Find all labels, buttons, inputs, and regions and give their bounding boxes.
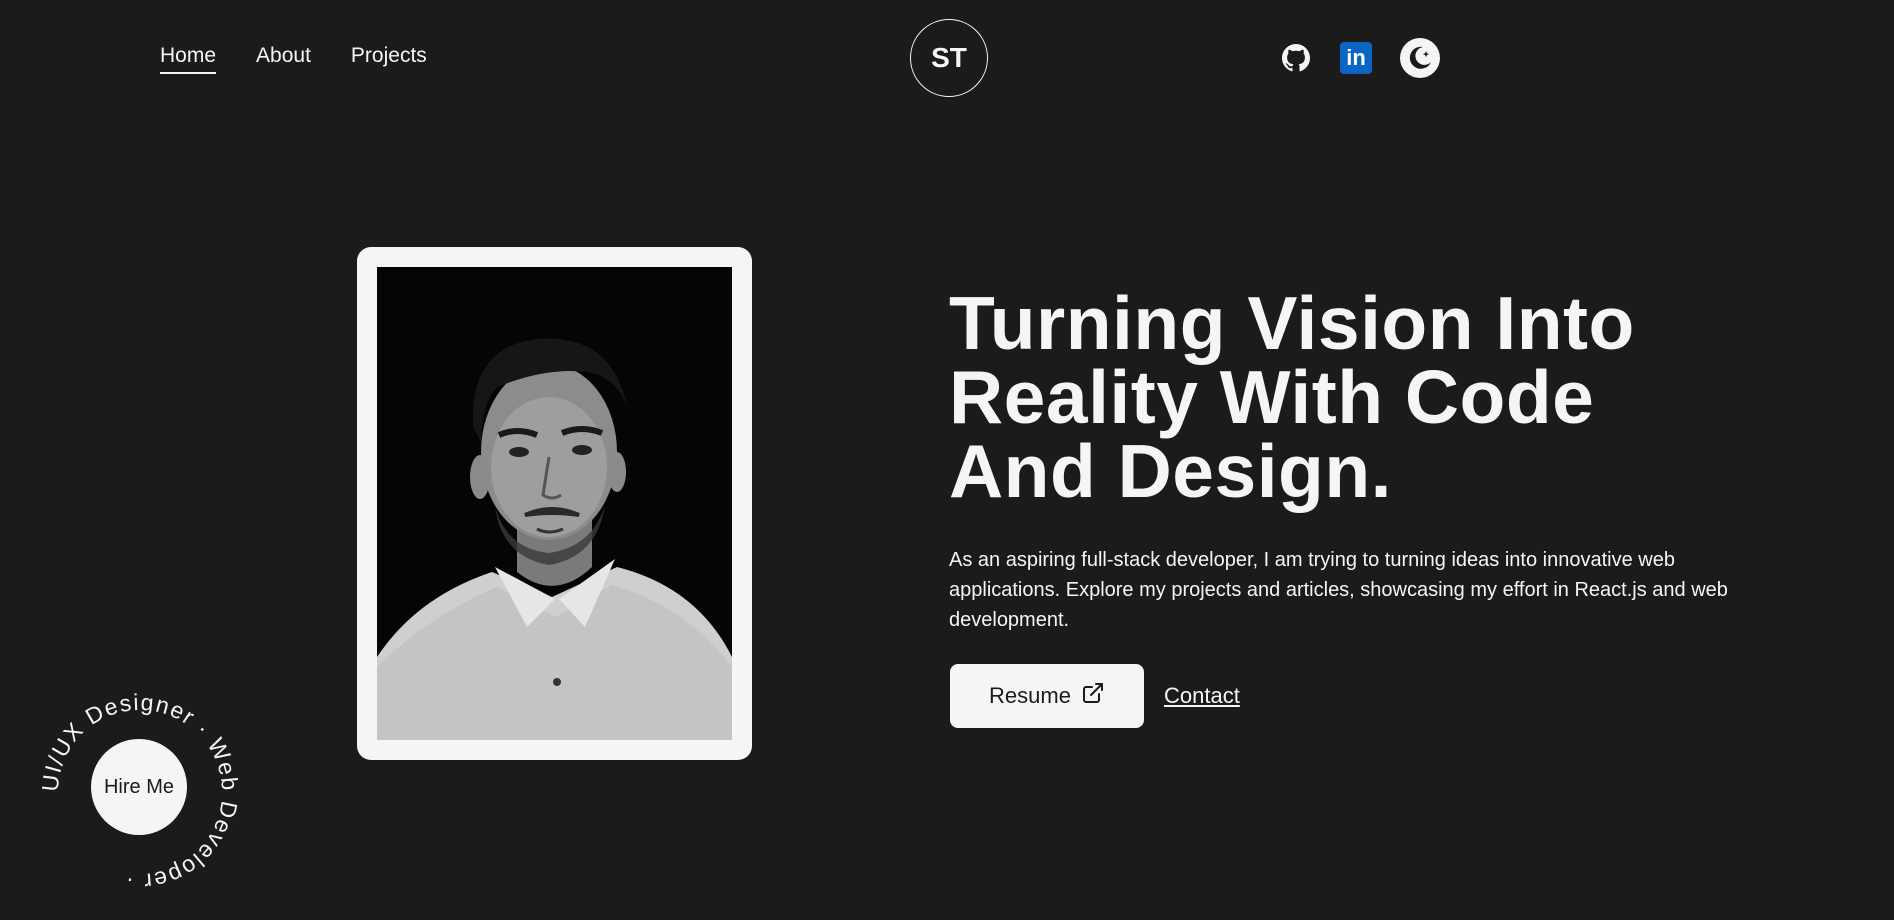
nav-about-link[interactable]: About bbox=[256, 44, 311, 74]
resume-button[interactable]: Resume bbox=[950, 664, 1144, 728]
theme-toggle-moon-icon[interactable] bbox=[1400, 38, 1440, 78]
portrait-illustration bbox=[377, 267, 732, 740]
hire-me-button[interactable]: Hire Me bbox=[91, 739, 187, 835]
hero-description: As an aspiring full-stack developer, I a… bbox=[949, 549, 1728, 631]
hero-actions: Resume Contact bbox=[950, 664, 1240, 728]
header-icons: in bbox=[1280, 38, 1440, 78]
hire-me-badge: UI/UX Designer · Web Developer · Hire Me bbox=[37, 689, 242, 895]
external-link-icon bbox=[1081, 681, 1105, 711]
resume-button-label: Resume bbox=[989, 683, 1071, 708]
linkedin-glyph: in bbox=[1346, 45, 1366, 70]
profile-photo bbox=[377, 267, 732, 740]
github-icon[interactable] bbox=[1280, 42, 1312, 74]
contact-link[interactable]: Contact bbox=[1164, 683, 1240, 709]
logo-monogram[interactable]: ST bbox=[910, 19, 988, 97]
profile-photo-frame bbox=[357, 247, 752, 760]
nav-projects-link[interactable]: Projects bbox=[351, 44, 427, 74]
main-nav: Home About Projects bbox=[160, 44, 427, 74]
linkedin-icon[interactable]: in bbox=[1340, 42, 1372, 74]
nav-home-link[interactable]: Home bbox=[160, 44, 217, 74]
hero-headline: Turning Vision Into Reality With Code An… bbox=[949, 281, 1635, 513]
